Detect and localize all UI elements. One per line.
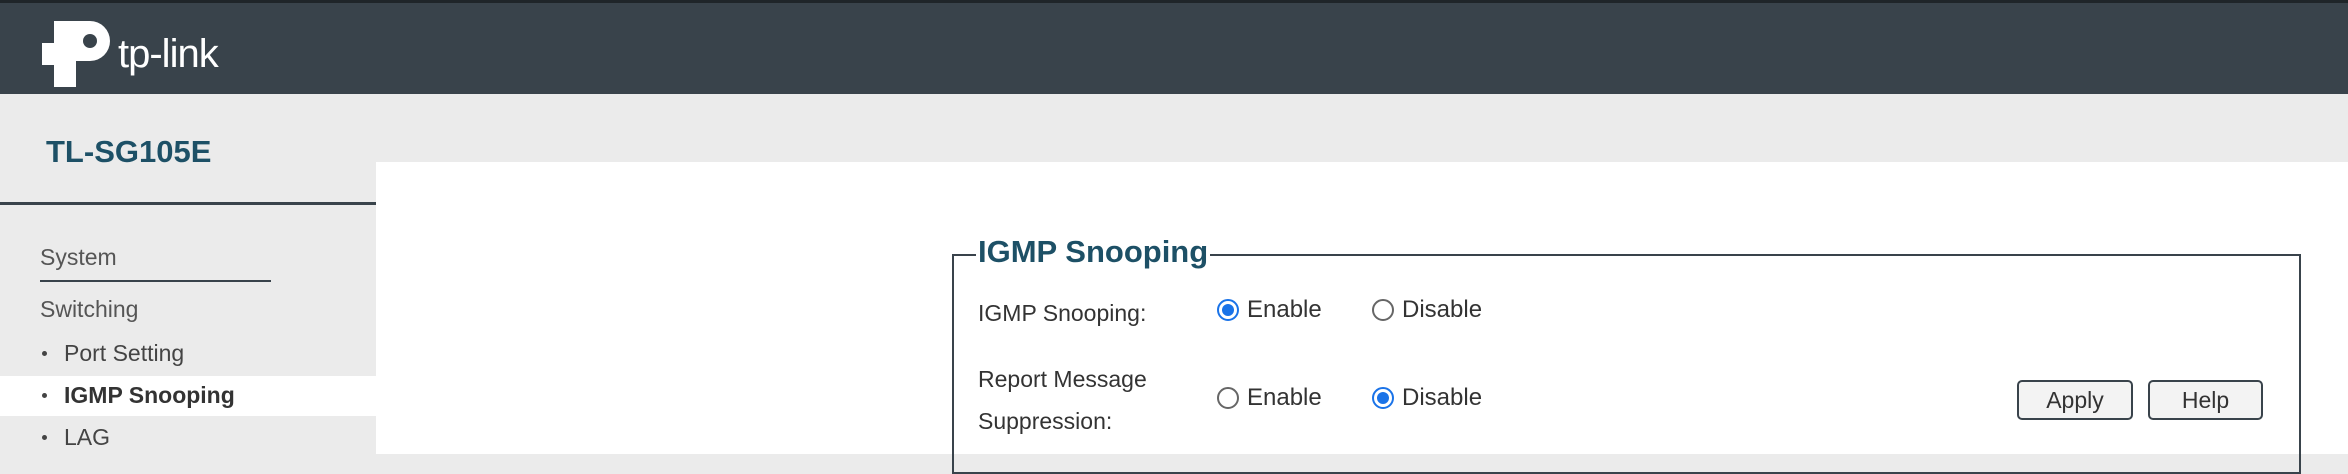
radio-selected-icon bbox=[1217, 299, 1239, 321]
radio-label: Enable bbox=[1247, 384, 1322, 411]
model-divider bbox=[0, 202, 376, 205]
radio-label: Disable bbox=[1402, 384, 1483, 411]
tp-link-logo-icon bbox=[42, 21, 110, 87]
nav-divider bbox=[40, 280, 271, 282]
bullet-icon bbox=[42, 393, 47, 398]
report-message-label-line1: Report Message bbox=[978, 366, 1147, 392]
radio-label: Enable bbox=[1247, 296, 1322, 323]
panel-title: IGMP Snooping bbox=[976, 234, 1211, 270]
bullet-icon bbox=[42, 351, 47, 356]
apply-button[interactable]: Apply bbox=[2017, 380, 2133, 420]
igmp-fieldset bbox=[952, 254, 2301, 474]
tp-link-logo[interactable]: tp-link bbox=[42, 19, 219, 89]
radio-unselected-icon bbox=[1372, 299, 1394, 321]
igmp-enable-radio[interactable]: Enable bbox=[1217, 296, 1322, 324]
report-disable-radio[interactable]: Disable bbox=[1372, 384, 1482, 412]
nav-lag[interactable]: LAG bbox=[0, 418, 376, 458]
report-message-label-line2: Suppression: bbox=[978, 408, 1113, 434]
top-header: tp-link bbox=[0, 0, 2348, 94]
radio-label: Disable bbox=[1402, 296, 1483, 323]
device-model: TL-SG105E bbox=[46, 134, 212, 169]
nav-system[interactable]: System bbox=[40, 244, 117, 271]
help-button[interactable]: Help bbox=[2148, 380, 2263, 420]
nav-switching[interactable]: Switching bbox=[40, 296, 138, 323]
nav-item-label: IGMP Snooping bbox=[64, 382, 235, 408]
nav-item-label: LAG bbox=[64, 424, 111, 450]
bullet-icon bbox=[42, 435, 47, 440]
nav-port-setting[interactable]: Port Setting bbox=[0, 334, 376, 374]
nav-item-label: Port Setting bbox=[64, 340, 185, 366]
radio-unselected-icon bbox=[1217, 387, 1239, 409]
igmp-disable-radio[interactable]: Disable bbox=[1372, 296, 1482, 324]
nav-igmp-snooping[interactable]: IGMP Snooping bbox=[0, 376, 376, 416]
igmp-snooping-label: IGMP Snooping: bbox=[978, 300, 1147, 326]
logo-text: tp-link bbox=[118, 31, 219, 76]
left-sidebar: TL-SG105E System Switching Port Setting … bbox=[0, 94, 376, 454]
radio-selected-icon bbox=[1372, 387, 1394, 409]
report-enable-radio[interactable]: Enable bbox=[1217, 384, 1322, 412]
main-content: IGMP Snooping IGMP Snooping: Enable Disa… bbox=[376, 162, 2348, 474]
